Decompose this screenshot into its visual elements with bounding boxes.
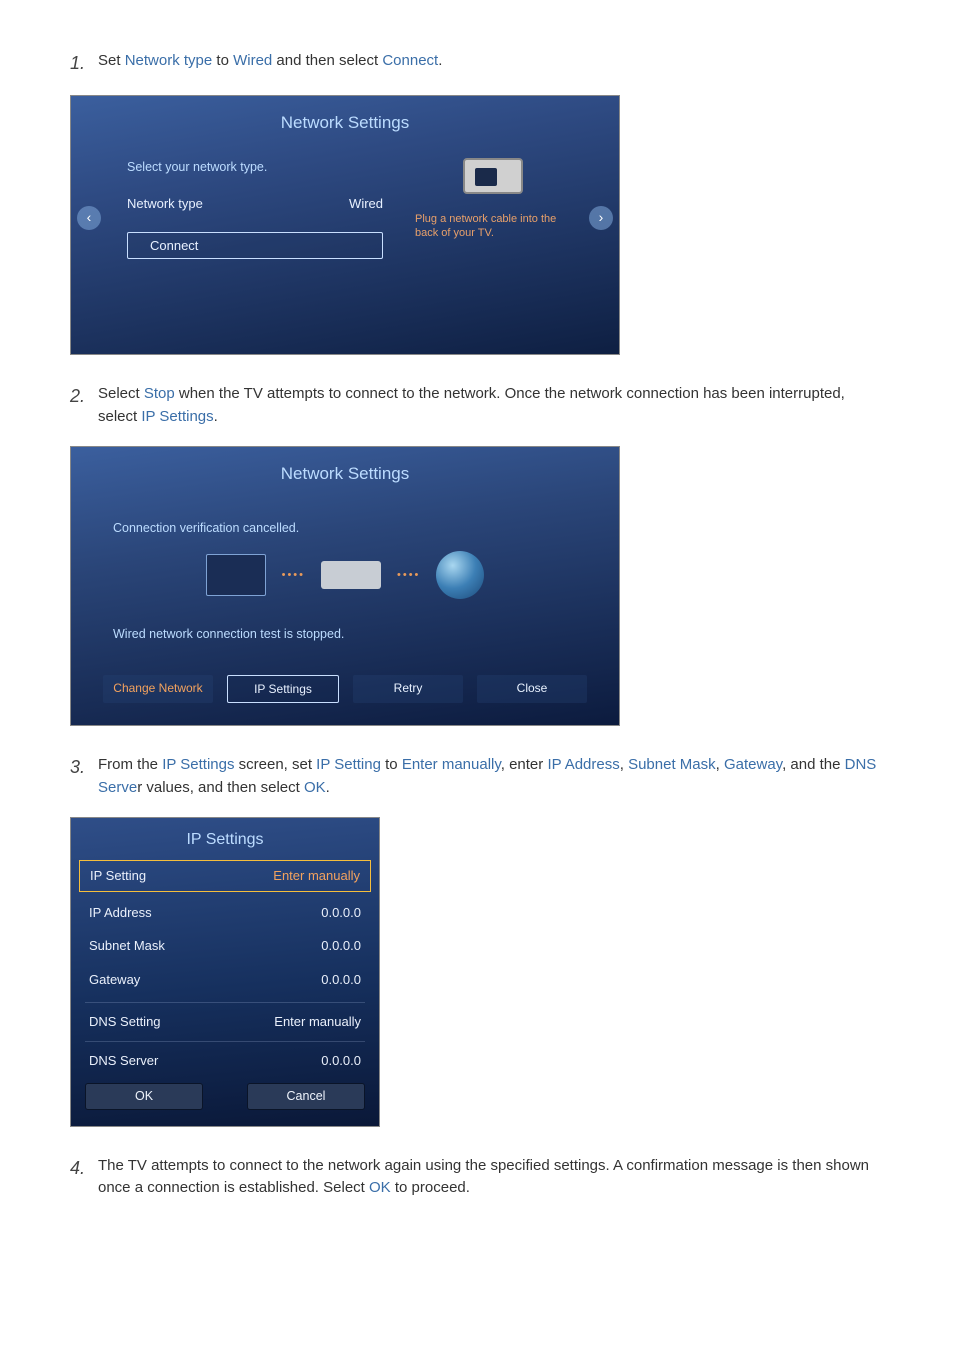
- screenshot-network-settings-1: Network Settings ‹ Select your network t…: [70, 95, 620, 355]
- tip-text: Plug a network cable into the back of yo…: [415, 212, 571, 242]
- row-label: DNS Setting: [89, 1012, 161, 1032]
- row-label: Gateway: [89, 970, 140, 990]
- step-4: 4. The TV attempts to connect to the net…: [70, 1155, 884, 1200]
- row-value: Enter manually: [274, 1012, 361, 1032]
- step-2: 2. Select Stop when the TV attempts to c…: [70, 383, 884, 428]
- row-value: 0.0.0.0: [321, 1051, 361, 1071]
- step-text: The TV attempts to connect to the networ…: [98, 1155, 884, 1200]
- screenshot-network-settings-2: Network Settings Connection verification…: [70, 446, 620, 726]
- dialog-title: Network Settings: [95, 461, 595, 487]
- connect-button[interactable]: Connect: [127, 232, 383, 260]
- dialog-title: Network Settings: [71, 110, 619, 136]
- ip-settings-button[interactable]: IP Settings: [227, 675, 339, 703]
- screenshot-ip-settings: IP Settings IP Setting Enter manually IP…: [70, 817, 380, 1127]
- network-type-value: Wired: [349, 194, 383, 214]
- dns-server-row[interactable]: DNS Server 0.0.0.0: [71, 1044, 379, 1078]
- step-text: From the IP Settings screen, set IP Sett…: [98, 754, 884, 799]
- nav-right-icon[interactable]: ›: [589, 206, 613, 230]
- step-number: 4.: [70, 1155, 98, 1200]
- row-label: IP Setting: [90, 866, 146, 886]
- ok-button[interactable]: OK: [85, 1083, 203, 1110]
- row-label: DNS Server: [89, 1051, 158, 1071]
- status-text: Wired network connection test is stopped…: [113, 625, 577, 644]
- step-3: 3. From the IP Settings screen, set IP S…: [70, 754, 884, 799]
- nav-left-icon[interactable]: ‹: [77, 206, 101, 230]
- network-type-row[interactable]: Network type Wired: [127, 194, 383, 214]
- dialog-subtitle: Select your network type.: [127, 158, 383, 177]
- step-number: 2.: [70, 383, 98, 428]
- step-1: 1. Set Network type to Wired and then se…: [70, 50, 884, 77]
- row-value: 0.0.0.0: [321, 903, 361, 923]
- row-label: Subnet Mask: [89, 936, 165, 956]
- row-value: 0.0.0.0: [321, 970, 361, 990]
- connection-dots-icon: ••••: [397, 570, 420, 581]
- row-label: IP Address: [89, 903, 152, 923]
- step-number: 3.: [70, 754, 98, 799]
- dialog-title: IP Settings: [71, 818, 379, 860]
- tv-icon: [206, 554, 266, 596]
- close-button[interactable]: Close: [477, 675, 587, 703]
- cancel-button[interactable]: Cancel: [247, 1083, 365, 1110]
- change-network-button[interactable]: Change Network: [103, 675, 213, 703]
- network-type-label: Network type: [127, 194, 203, 214]
- dns-setting-row[interactable]: DNS Setting Enter manually: [71, 1005, 379, 1039]
- ip-setting-row[interactable]: IP Setting Enter manually: [79, 860, 371, 892]
- router-icon: [321, 561, 381, 589]
- ethernet-port-icon: [463, 158, 523, 194]
- subnet-mask-row[interactable]: Subnet Mask 0.0.0.0: [71, 929, 379, 963]
- connection-dots-icon: ••••: [282, 570, 305, 581]
- dialog-subtitle: Connection verification cancelled.: [113, 519, 577, 538]
- gateway-row[interactable]: Gateway 0.0.0.0: [71, 963, 379, 997]
- ip-address-row[interactable]: IP Address 0.0.0.0: [71, 896, 379, 930]
- step-text: Select Stop when the TV attempts to conn…: [98, 383, 884, 428]
- row-value: Enter manually: [273, 866, 360, 886]
- globe-icon: [436, 551, 484, 599]
- step-text: Set Network type to Wired and then selec…: [98, 50, 884, 77]
- retry-button[interactable]: Retry: [353, 675, 463, 703]
- connection-diagram: •••• ••••: [95, 551, 595, 599]
- row-value: 0.0.0.0: [321, 936, 361, 956]
- step-number: 1.: [70, 50, 98, 77]
